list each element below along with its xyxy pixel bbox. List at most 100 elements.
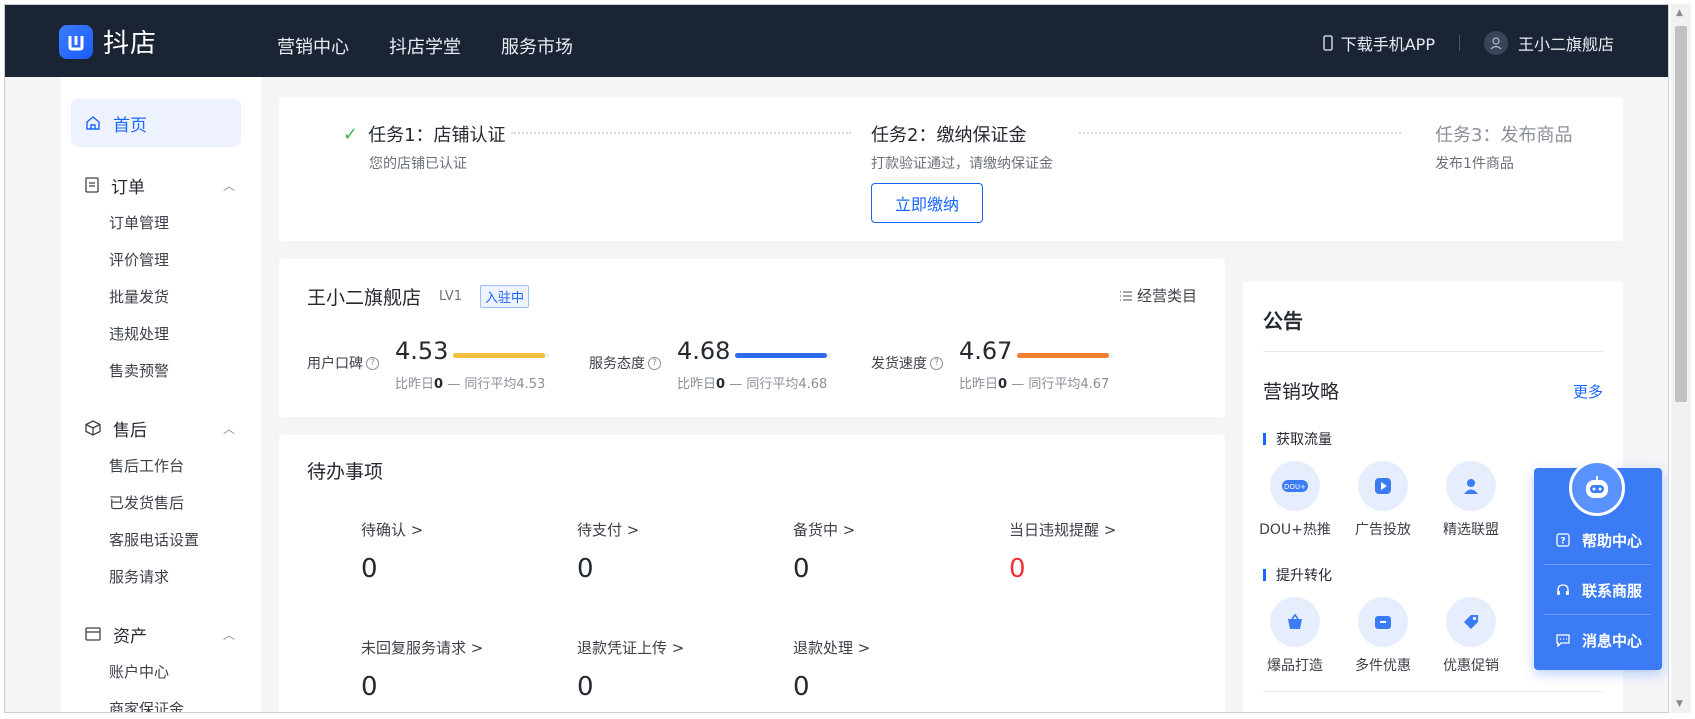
business-category-link[interactable]: 经营类目 [1119, 285, 1197, 306]
nav-school[interactable]: 抖店学堂 [389, 33, 461, 59]
sidebar-group-title-orders[interactable]: 订单 ︿ [85, 173, 235, 198]
wallet-icon [1358, 597, 1408, 647]
todo-refund-voucher[interactable]: 退款凭证上传 > 0 [577, 637, 777, 702]
task-publish-product: 任务3：发布商品 发布1件商品 [1435, 125, 1573, 172]
help-center-button[interactable]: ? 帮助中心 [1534, 516, 1662, 564]
sidebar-group-orders: 订单 ︿ 订单管理 评价管理 批量发货 违规处理 售卖预警 [85, 173, 235, 390]
sidebar-item-account-center[interactable]: 账户中心 [85, 654, 235, 691]
task-shop-verification: ✓ 任务1：店铺认证 您的店铺已认证 [343, 123, 506, 173]
section-label: 获取流量 [1263, 429, 1332, 449]
scrollbar-thumb[interactable] [1675, 26, 1687, 402]
sidebar-group-aftersales: 售后 ︿ 售后工作台 已发货售后 客服电话设置 服务请求 [85, 416, 235, 596]
metric-compare: 比昨日0 — 同行平均4.67 [959, 377, 1110, 392]
tool-dou-plus[interactable]: DOU+ DOU+热推 [1255, 461, 1335, 539]
phone-icon [1323, 35, 1333, 51]
download-app-link[interactable]: 下载手机APP [1341, 31, 1435, 55]
tool-hot-product[interactable]: 爆品打造 [1255, 597, 1335, 675]
todo-pending-confirm[interactable]: 待确认 > 0 [361, 519, 561, 584]
metric-bar [1017, 353, 1109, 358]
chevron-up-icon: ︿ [222, 627, 235, 642]
todo-title: 待办事项 [307, 461, 384, 483]
sidebar: 首页 订单 ︿ 订单管理 评价管理 批量发货 违规处理 售卖预警 售后 ︿ 售后… [61, 77, 261, 712]
contact-support-button[interactable]: 联系商服 [1534, 566, 1662, 614]
todo-preparing[interactable]: 备货中 > 0 [793, 519, 993, 584]
shop-name: 王小二旗舰店 [307, 287, 422, 309]
todo-unreplied-requests[interactable]: 未回复服务请求 > 0 [361, 637, 561, 702]
shop-header: 王小二旗舰店 LV1 入驻中 [307, 283, 530, 310]
metric-value: 4.68 [677, 337, 731, 365]
metric-compare: 比昨日0 — 同行平均4.53 [395, 377, 546, 392]
sidebar-item-merchant-deposit[interactable]: 商家保证金 [85, 691, 235, 712]
task-progress-card: ✓ 任务1：店铺认证 您的店铺已认证 任务2：缴纳保证金 打款验证通过，请缴纳保… [279, 97, 1623, 241]
task-connector [511, 132, 851, 134]
sidebar-item-service-request[interactable]: 服务请求 [85, 559, 235, 596]
marketing-title: 营销攻略 [1263, 381, 1340, 403]
sidebar-item-label: 首页 [113, 115, 147, 136]
shop-score-card: 王小二旗舰店 LV1 入驻中 经营类目 用户口碑? 4.53 比昨日0 — 同行… [279, 259, 1225, 417]
sidebar-item-aftersales-workbench[interactable]: 售后工作台 [85, 448, 235, 485]
sidebar-item-violation-handling[interactable]: 违规处理 [85, 316, 235, 353]
help-icon[interactable]: ? [648, 356, 661, 370]
metric-compare: 比昨日0 — 同行平均4.68 [677, 377, 828, 392]
metric-bar [735, 353, 827, 358]
robot-assistant-icon[interactable] [1569, 460, 1625, 516]
todo-violation-alert[interactable]: 当日违规提醒 > 0 [1009, 519, 1209, 584]
header-actions: 下载手机APP 王小二旗舰店 [1323, 31, 1614, 55]
tool-promotion[interactable]: 优惠促销 [1431, 597, 1511, 675]
dou-plus-icon: DOU+ [1270, 461, 1320, 511]
chevron-up-icon: ︿ [222, 178, 235, 193]
todo-pending-payment[interactable]: 待支付 > 0 [577, 519, 777, 584]
help-icon[interactable]: ? [930, 356, 943, 370]
help-icon[interactable]: ? [366, 356, 379, 370]
basket-icon [1270, 597, 1320, 647]
tool-selected-alliance[interactable]: 精选联盟 [1431, 461, 1511, 539]
logo[interactable]: 抖店 [59, 23, 157, 60]
status-badge: 入驻中 [480, 285, 530, 308]
todo-refund-processing[interactable]: 退款处理 > 0 [793, 637, 993, 702]
tool-ad-placement[interactable]: 广告投放 [1343, 461, 1423, 539]
top-nav: 营销中心 抖店学堂 服务市场 [277, 33, 573, 59]
divider [1263, 351, 1603, 352]
logo-text: 抖店 [103, 29, 158, 59]
sidebar-group-title-assets[interactable]: 资产 ︿ [85, 622, 235, 647]
scroll-down-arrow-icon[interactable]: ▼ [1676, 699, 1683, 709]
notice-title: 公告 [1263, 309, 1303, 333]
sidebar-item-service-phone[interactable]: 客服电话设置 [85, 522, 235, 559]
home-icon [86, 116, 100, 130]
section-label: 提升转化 [1263, 565, 1332, 585]
sidebar-item-batch-shipping[interactable]: 批量发货 [85, 279, 235, 316]
metric-value: 4.67 [959, 337, 1013, 365]
svg-text:?: ? [1560, 537, 1565, 547]
chevron-up-icon: ︿ [222, 421, 235, 436]
shop-user-name[interactable]: 王小二旗舰店 [1518, 31, 1614, 55]
box-icon [85, 420, 101, 436]
metric-bar [453, 353, 545, 358]
more-link[interactable]: 更多 [1573, 381, 1603, 402]
sidebar-group-assets: 资产 ︿ 账户中心 商家保证金 [85, 622, 235, 712]
message-icon [1556, 634, 1570, 647]
order-icon [85, 177, 99, 193]
divider [1458, 35, 1460, 51]
svg-text:DOU+: DOU+ [1284, 483, 1306, 491]
sidebar-item-order-management[interactable]: 订单管理 [85, 205, 235, 242]
message-center-button[interactable]: 消息中心 [1534, 616, 1662, 664]
sidebar-item-home[interactable]: 首页 [71, 99, 241, 147]
pay-deposit-button[interactable]: 立即缴纳 [871, 183, 983, 223]
nav-marketing-center[interactable]: 营销中心 [277, 33, 349, 59]
sidebar-group-title-aftersales[interactable]: 售后 ︿ [85, 416, 235, 441]
sidebar-item-sales-alert[interactable]: 售卖预警 [85, 353, 235, 390]
sidebar-item-shipped-aftersales[interactable]: 已发货售后 [85, 485, 235, 522]
vertical-scrollbar[interactable]: ▲ ▼ [1671, 4, 1691, 713]
list-icon [1119, 290, 1132, 301]
avatar[interactable] [1483, 31, 1508, 55]
sidebar-item-review-management[interactable]: 评价管理 [85, 242, 235, 279]
app-window: 抖店 营销中心 抖店学堂 服务市场 下载手机APP 王小二旗舰店 首页 订单 ︿… [4, 4, 1669, 713]
help-icon: ? [1556, 533, 1570, 547]
top-bar: 抖店 营销中心 抖店学堂 服务市场 下载手机APP 王小二旗舰店 [5, 5, 1668, 77]
tool-multi-discount[interactable]: 多件优惠 [1343, 597, 1423, 675]
video-icon [1358, 461, 1408, 511]
tag-icon [1446, 597, 1496, 647]
check-icon: ✓ [343, 123, 359, 145]
nav-service-market[interactable]: 服务市场 [501, 33, 573, 59]
scroll-up-arrow-icon[interactable]: ▲ [1676, 8, 1683, 18]
